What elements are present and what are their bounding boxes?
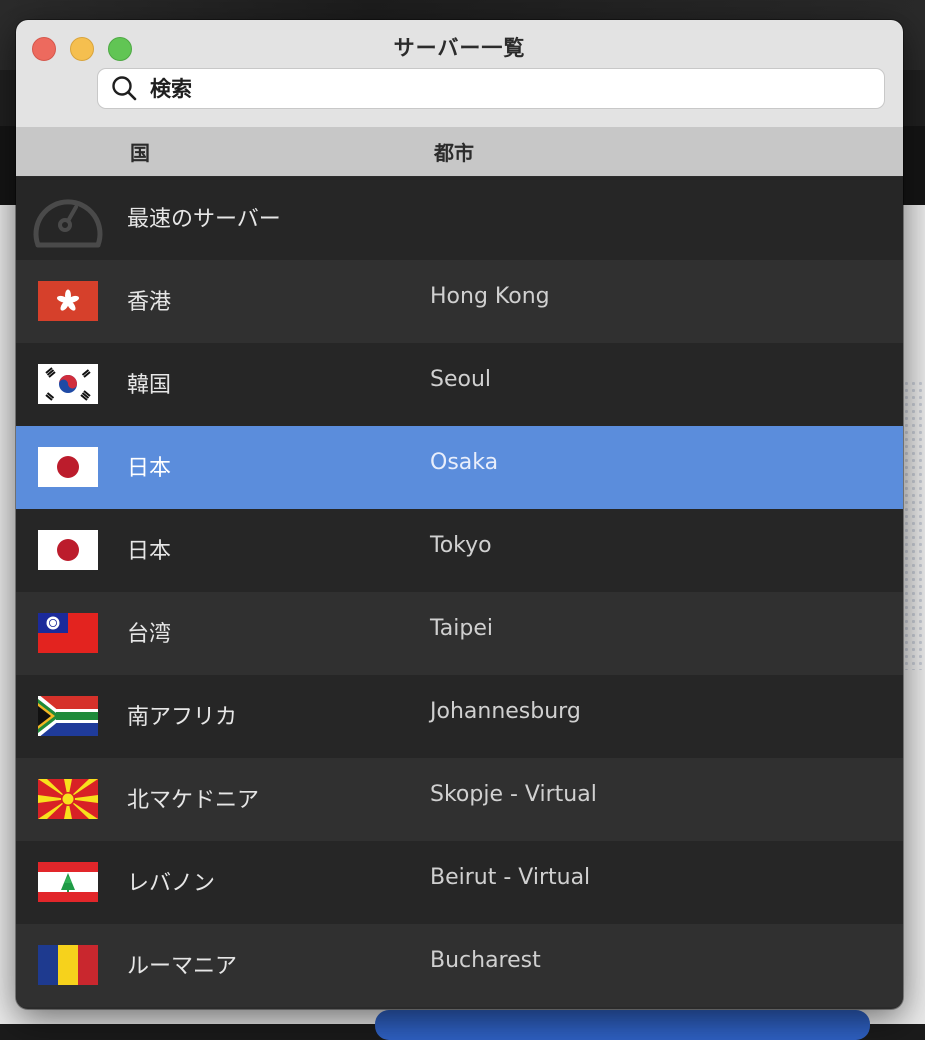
server-row[interactable]: ルーマニア Bucharest: [16, 924, 903, 1007]
server-country: ルーマニア: [127, 954, 238, 979]
server-country: 韓国: [127, 373, 172, 398]
hong-kong-flag-icon: [38, 281, 98, 321]
server-row[interactable]: 南アフリカ Johannesburg: [16, 675, 903, 758]
server-row[interactable]: レバノン Beirut - Virtual: [16, 841, 903, 924]
server-country: 南アフリカ: [127, 705, 238, 730]
search-field[interactable]: [97, 68, 885, 109]
column-header: 国 都市: [16, 127, 903, 176]
server-row[interactable]: 日本 Tokyo: [16, 509, 903, 592]
romania-flag-icon: [38, 945, 98, 985]
server-row[interactable]: 北マケドニア Skopje - Virtual: [16, 758, 903, 841]
server-city: Johannesburg: [430, 699, 581, 724]
server-list-window: サーバー一覧 国 都市 最速のサーバー: [16, 20, 903, 1009]
server-city: Bucharest: [430, 948, 541, 973]
server-city: Tokyo: [430, 533, 492, 558]
south-korea-flag-icon: [38, 364, 98, 404]
server-country: 日本: [127, 456, 172, 481]
server-city: Taipei: [430, 616, 494, 641]
server-row[interactable]: 香港 Hong Kong: [16, 260, 903, 343]
window-title: サーバー一覧: [393, 36, 526, 60]
city-column-header[interactable]: 都市: [434, 137, 474, 166]
title-bar[interactable]: サーバー一覧: [16, 20, 903, 127]
server-country: 台湾: [127, 622, 172, 647]
server-country: 最速のサーバー: [127, 207, 281, 232]
server-country: レバノン: [127, 871, 216, 896]
server-row-selected[interactable]: 日本 Osaka: [16, 426, 903, 509]
background-connect-button[interactable]: [375, 1010, 870, 1040]
server-city: Seoul: [430, 367, 492, 392]
south-africa-flag-icon: [38, 696, 98, 736]
server-country: 日本: [127, 539, 172, 564]
north-macedonia-flag-icon: [38, 779, 98, 819]
server-list[interactable]: 最速のサーバー 香港 Hong Kong 韓国 Seoul 日本 Osaka 日…: [16, 177, 903, 1007]
search-icon: [112, 75, 137, 100]
japan-flag-icon: [38, 447, 98, 487]
search-input[interactable]: [142, 69, 884, 108]
server-country: 北マケドニア: [127, 788, 260, 813]
server-city: Skopje - Virtual: [430, 782, 597, 807]
taiwan-flag-icon: [38, 613, 98, 653]
lebanon-flag-icon: [38, 862, 98, 902]
server-row[interactable]: 台湾 Taipei: [16, 592, 903, 675]
server-country: 香港: [127, 290, 172, 315]
server-row[interactable]: 韓国 Seoul: [16, 343, 903, 426]
japan-flag-icon: [38, 530, 98, 570]
background-map-dots: [903, 380, 925, 670]
server-city: Beirut - Virtual: [430, 865, 591, 890]
server-city: Hong Kong: [430, 284, 550, 309]
country-column-header[interactable]: 国: [130, 137, 150, 166]
server-city: Osaka: [430, 450, 499, 475]
server-row-fastest[interactable]: 最速のサーバー: [16, 177, 903, 260]
gauge-icon: [33, 199, 103, 248]
